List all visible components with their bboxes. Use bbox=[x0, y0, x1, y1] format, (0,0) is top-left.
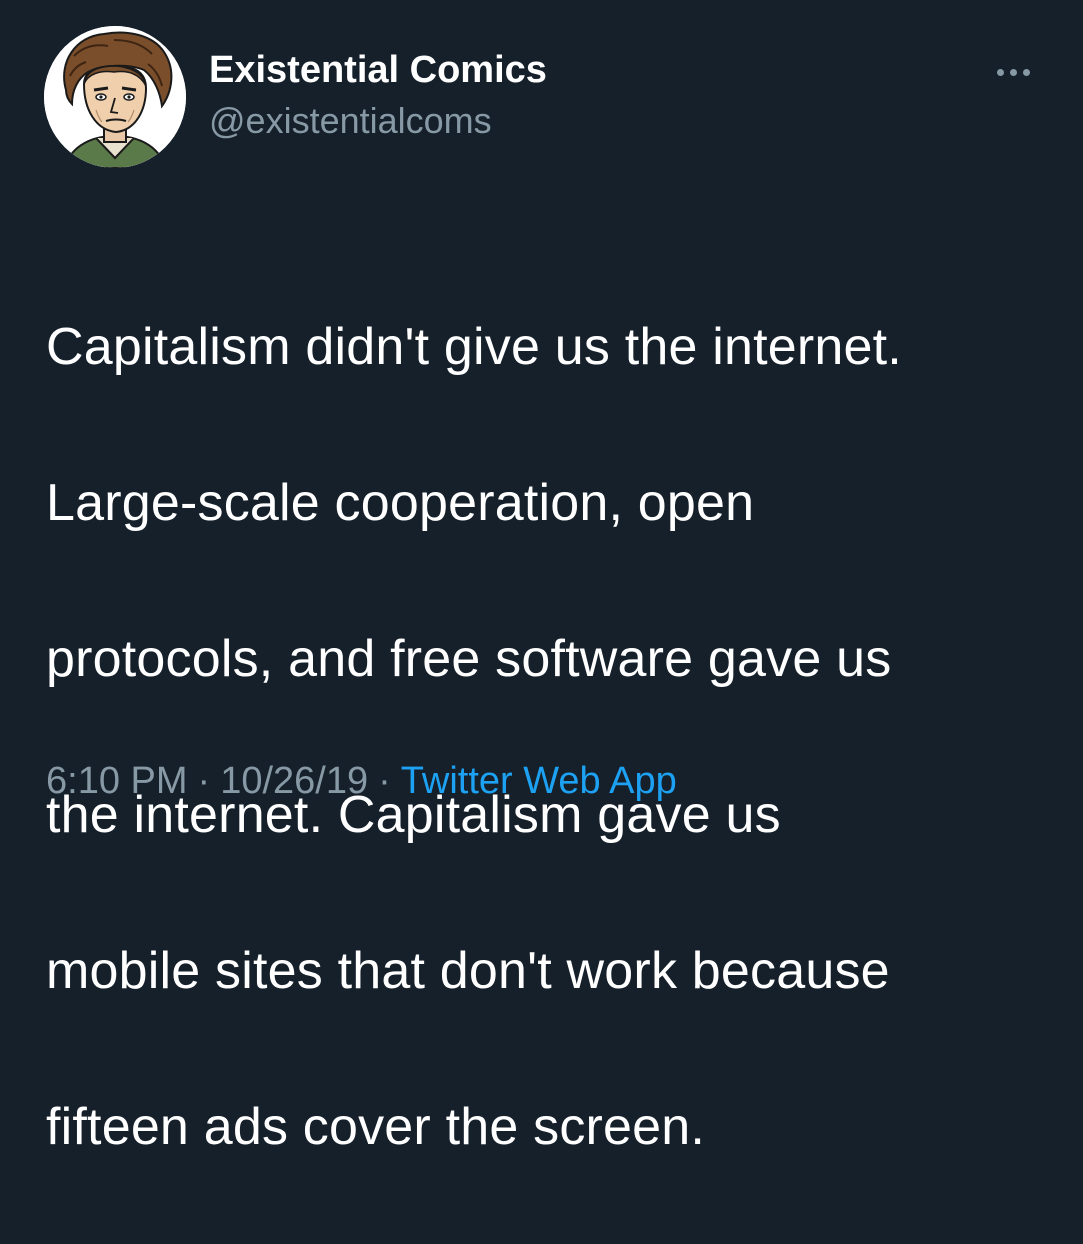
tweet-text-line: Capitalism didn't give us the internet. bbox=[46, 318, 902, 376]
meta-separator: · bbox=[197, 760, 211, 802]
tweet-date[interactable]: 10/26/19 bbox=[220, 760, 368, 802]
tweet-text-line: Large-scale cooperation, open bbox=[46, 474, 755, 532]
user-handle[interactable]: @existentialcoms bbox=[209, 100, 492, 142]
avatar[interactable] bbox=[44, 26, 186, 168]
display-name[interactable]: Existential Comics bbox=[209, 49, 547, 92]
tweet-source-link[interactable]: Twitter Web App bbox=[401, 760, 677, 802]
tweet-text-line: fifteen ads cover the screen. bbox=[46, 1098, 706, 1156]
cartoon-portrait-icon bbox=[44, 26, 186, 168]
tweet-time[interactable]: 6:10 PM bbox=[46, 760, 188, 802]
tweet-text-line: protocols, and free software gave us bbox=[46, 630, 892, 688]
tweet-metadata: 6:10 PM · 10/26/19 · Twitter Web App bbox=[46, 760, 677, 803]
tweet-text: Capitalism didn't give us the internet. … bbox=[46, 230, 1046, 1244]
more-horizontal-icon-dot bbox=[1009, 68, 1017, 76]
tweet-text-line: mobile sites that don't work because bbox=[46, 942, 890, 1000]
more-options-button[interactable] bbox=[985, 56, 1041, 88]
meta-separator: · bbox=[378, 760, 391, 802]
tweet-card: Existential Comics @existentialcoms Capi… bbox=[0, 0, 1083, 1156]
more-horizontal-icon-dot bbox=[1022, 68, 1030, 76]
more-horizontal-icon bbox=[996, 68, 1004, 76]
